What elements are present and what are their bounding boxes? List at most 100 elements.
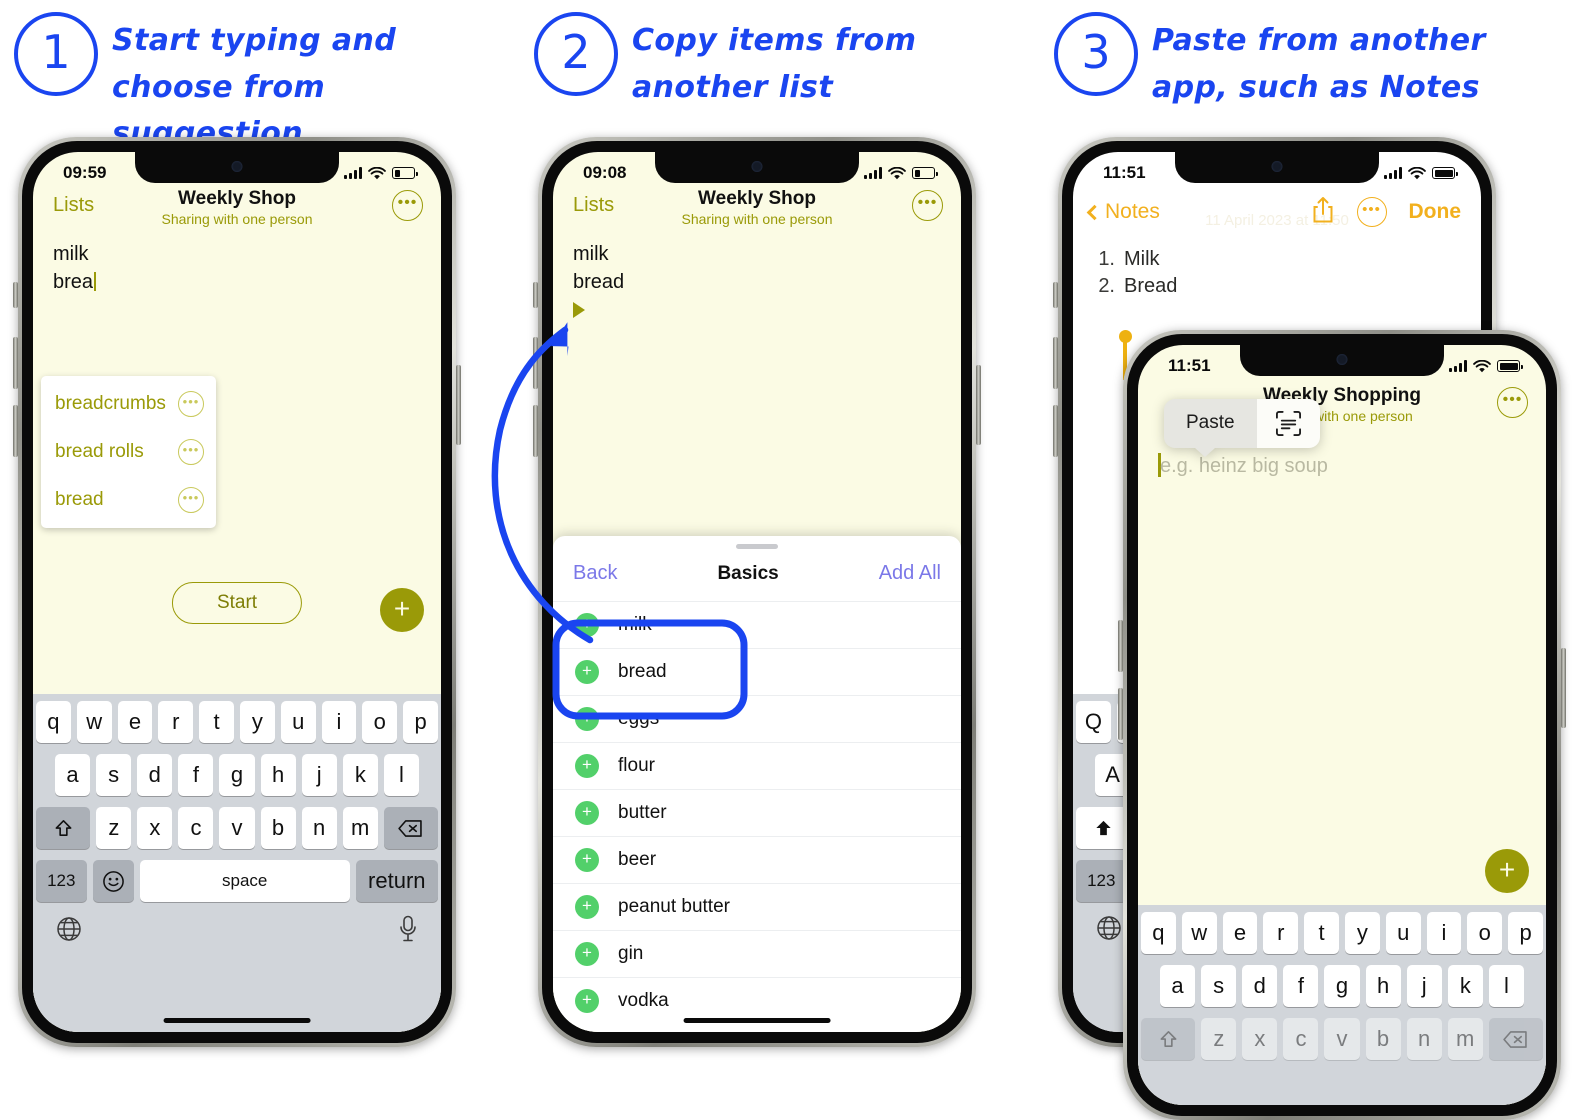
key-e[interactable]: e <box>1222 912 1258 954</box>
key-r[interactable]: r <box>1263 912 1299 954</box>
microphone-icon[interactable] <box>398 915 418 948</box>
plus-circle-icon[interactable]: + <box>575 989 599 1013</box>
key-c[interactable]: c <box>1283 1018 1319 1060</box>
plus-circle-icon[interactable]: + <box>575 754 599 778</box>
power-button[interactable] <box>976 365 981 445</box>
sheet-row[interactable]: + butter <box>553 789 961 836</box>
add-all-button[interactable]: Add All <box>879 562 941 585</box>
scan-text-icon[interactable] <box>1256 399 1320 448</box>
key-q[interactable]: q <box>36 701 71 743</box>
key-i[interactable]: i <box>321 701 357 743</box>
key-f[interactable]: f <box>178 754 214 796</box>
key-l[interactable]: l <box>1488 965 1524 1007</box>
key-s[interactable]: s <box>96 754 132 796</box>
sheet-row[interactable]: + milk <box>553 601 961 648</box>
key-Q[interactable]: Q <box>1076 701 1111 743</box>
key-g[interactable]: g <box>1324 965 1360 1007</box>
globe-icon[interactable] <box>1096 915 1122 946</box>
key-l[interactable]: l <box>383 754 419 796</box>
key-c[interactable]: c <box>178 807 214 849</box>
key-v[interactable]: v <box>219 807 255 849</box>
paste-button[interactable]: Paste <box>1164 399 1257 448</box>
key-m[interactable]: m <box>342 807 378 849</box>
sheet-row[interactable]: + eggs <box>553 695 961 742</box>
list-item[interactable]: milk <box>553 240 961 268</box>
key-v[interactable]: v <box>1324 1018 1360 1060</box>
key-n[interactable]: n <box>1406 1018 1442 1060</box>
key-s[interactable]: s <box>1201 965 1237 1007</box>
key-z[interactable]: z <box>96 807 132 849</box>
plus-circle-icon[interactable]: + <box>575 613 599 637</box>
key-y[interactable]: y <box>240 701 275 743</box>
plus-circle-icon[interactable]: + <box>575 801 599 825</box>
key-p[interactable]: p <box>403 701 438 743</box>
volume-down-button[interactable] <box>13 405 18 457</box>
list-item-being-typed[interactable]: brea <box>33 268 441 296</box>
key-b[interactable]: b <box>260 807 296 849</box>
globe-icon[interactable] <box>56 916 82 947</box>
key-e[interactable]: e <box>117 701 153 743</box>
key-h[interactable]: h <box>1365 965 1401 1007</box>
plus-circle-icon[interactable]: + <box>575 848 599 872</box>
new-item-input-placeholder[interactable]: e.g. heinz big soup <box>1160 455 1328 478</box>
return-key[interactable]: return <box>355 860 438 902</box>
key-o[interactable]: o <box>1467 912 1503 954</box>
ellipsis-circle-icon[interactable]: ••• <box>178 487 204 513</box>
key-y[interactable]: y <box>1345 912 1380 954</box>
key-w[interactable]: w <box>76 701 112 743</box>
home-indicator[interactable] <box>163 1018 311 1023</box>
volume-up-button[interactable] <box>13 337 18 389</box>
volume-up-button[interactable] <box>533 337 538 389</box>
ellipsis-circle-icon[interactable]: ••• <box>392 190 423 221</box>
sheet-row[interactable]: + peanut butter <box>553 883 961 930</box>
key-d[interactable]: d <box>1242 965 1278 1007</box>
key-z[interactable]: z <box>1201 1018 1237 1060</box>
key-r[interactable]: r <box>158 701 194 743</box>
numbers-key[interactable]: 123 <box>36 860 87 902</box>
backspace-icon[interactable] <box>1488 1018 1543 1060</box>
volume-up-button[interactable] <box>1053 337 1058 389</box>
sheet-row[interactable]: + gin <box>553 930 961 977</box>
suggestion-item[interactable]: bread ••• <box>41 476 216 524</box>
key-m[interactable]: m <box>1447 1018 1483 1060</box>
key-u[interactable]: u <box>1385 912 1421 954</box>
sheet-row[interactable]: + flour <box>553 742 961 789</box>
key-p[interactable]: p <box>1508 912 1543 954</box>
ellipsis-circle-icon[interactable]: ••• <box>912 190 943 221</box>
mute-switch[interactable] <box>533 282 538 308</box>
key-t[interactable]: t <box>199 701 234 743</box>
add-item-button[interactable]: + <box>380 588 424 632</box>
key-t[interactable]: t <box>1304 912 1339 954</box>
note-body[interactable]: 1. Milk 2. Bread <box>1073 246 1481 418</box>
suggestion-item[interactable]: bread rolls ••• <box>41 428 216 476</box>
key-g[interactable]: g <box>219 754 255 796</box>
sheet-row[interactable]: + beer <box>553 836 961 883</box>
key-k[interactable]: k <box>342 754 378 796</box>
key-j[interactable]: j <box>301 754 337 796</box>
numbers-key[interactable]: 123 <box>1076 860 1127 902</box>
emoji-smiley-icon[interactable] <box>92 860 134 902</box>
ellipsis-circle-icon[interactable]: ••• <box>1356 197 1387 227</box>
key-x[interactable]: x <box>137 807 173 849</box>
key-n[interactable]: n <box>301 807 337 849</box>
shift-arrow-icon[interactable] <box>36 807 91 849</box>
key-h[interactable]: h <box>260 754 296 796</box>
volume-up-button[interactable] <box>1118 620 1123 672</box>
plus-circle-icon[interactable]: + <box>575 942 599 966</box>
key-d[interactable]: d <box>137 754 173 796</box>
key-k[interactable]: k <box>1447 965 1483 1007</box>
key-i[interactable]: i <box>1426 912 1462 954</box>
notes-back-button[interactable]: Notes <box>1086 200 1160 224</box>
key-o[interactable]: o <box>362 701 398 743</box>
key-w[interactable]: w <box>1181 912 1217 954</box>
mute-switch[interactable] <box>1053 282 1058 308</box>
ellipsis-circle-icon[interactable]: ••• <box>178 439 204 465</box>
plus-circle-icon[interactable]: + <box>575 660 599 684</box>
mute-switch[interactable] <box>13 282 18 308</box>
start-button[interactable]: Start <box>171 582 303 624</box>
key-x[interactable]: x <box>1242 1018 1278 1060</box>
ellipsis-circle-icon[interactable]: ••• <box>1497 387 1528 418</box>
backspace-icon[interactable] <box>383 807 438 849</box>
share-square-up-icon[interactable] <box>1311 196 1335 229</box>
key-f[interactable]: f <box>1283 965 1319 1007</box>
